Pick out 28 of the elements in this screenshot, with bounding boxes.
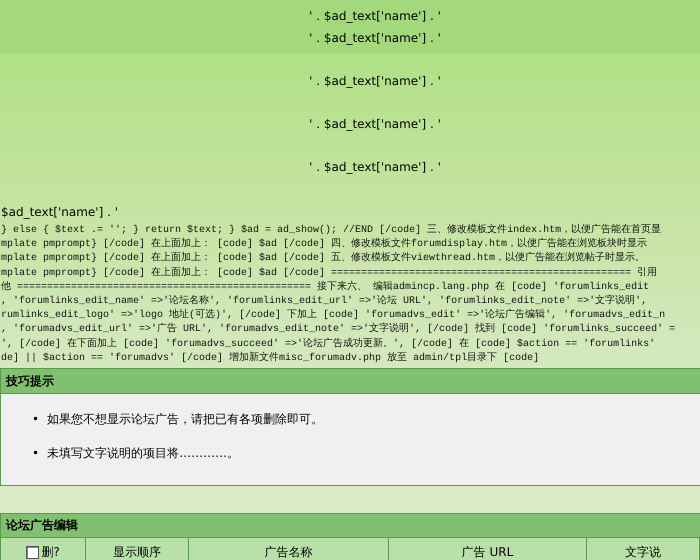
code-text: ' . $ad_text['name'] . '	[308, 74, 442, 88]
column-header: 显示顺序	[86, 538, 189, 560]
column-header: 文字说	[587, 538, 700, 560]
panel-header: 技巧提示	[1, 369, 700, 394]
bullet: •	[32, 445, 40, 461]
tip-item: 如果您不想显示论坛广告，请把已有各项删除即可。	[47, 411, 324, 427]
tip-item: 未填写文字说明的项目将…………。	[47, 445, 240, 461]
code-text: $ad_text['name'] . '	[1, 205, 118, 219]
code-text: ' . $ad_text['name'] . '	[308, 9, 442, 23]
checkbox-label: 删?	[41, 544, 60, 560]
code-text: , 'forumlinks_edit_name' =>'论坛名称', 'forumlinks_edit_url' =>'论坛 URL', 'forumlinks_edit_note' =>'文字说明',	[1, 295, 648, 308]
column-header: 广告名称	[189, 538, 389, 560]
code-text: ' . $ad_text['name'] . '	[308, 117, 442, 131]
code-text: mplate pmprompt} [/code] 在上面加上： [code] $ad [/code] 五、修改模板文件viewthread.htm，以便广告能在浏览帖子时显示。	[1, 252, 646, 266]
checkbox[interactable]	[26, 546, 40, 558]
code-text: mplate pmprompt} [/code] 在上面加上： [code] $ad [/code] 四、修改模板文件forumdisplay.htm，以便广告能在浏览板块时显示	[1, 238, 648, 252]
code-text: de] || $action == 'forumadvs' [/code] 增加新文件misc_forumadv.php 放至 admin/tpl目录下 [code]	[1, 352, 540, 366]
code-text: mplate pmprompt} [/code] 在上面加上： [code] $ad [/code] ================================================== 引用	[1, 266, 658, 280]
code-text: 他 ================================================= 接下来六、 编辑admincp.lang.php 在 [code] 'forumlinks_edit	[1, 280, 650, 294]
code-text: } else { $text .= ''; } return $text; } $ad = ad_show(); //END [/code] 三、修改模板文件index.htm，以便广告能在首页显	[1, 224, 662, 238]
column-header: 广告 URL	[389, 538, 587, 560]
code-text: ', [/code] 在下面加上 [code] 'forumadvs_succeed' =>'论坛广告成功更新。', [/code] 在 [code] $action == 'forumlinks'	[1, 338, 656, 352]
code-text: ' . $ad_text['name'] . '	[308, 31, 442, 45]
panel-header: 论坛广告编辑	[1, 514, 700, 538]
code-text: , 'forumadvs_edit_url' =>'广告 URL', 'forumadvs_edit_note' =>'文字说明', [/code] 找到 [code] 'forumlinks_succeed' =	[1, 323, 676, 338]
bullet: •	[32, 411, 40, 427]
code-text: rumlinks_edit_logo' =>'logo 地址(可选)', [/code] 下加上 [code] 'forumadvs_edit' =>'论坛广告编辑', 'forumadvs_edit_n	[1, 309, 666, 322]
code-text: ' . $ad_text['name'] . '	[308, 160, 442, 174]
